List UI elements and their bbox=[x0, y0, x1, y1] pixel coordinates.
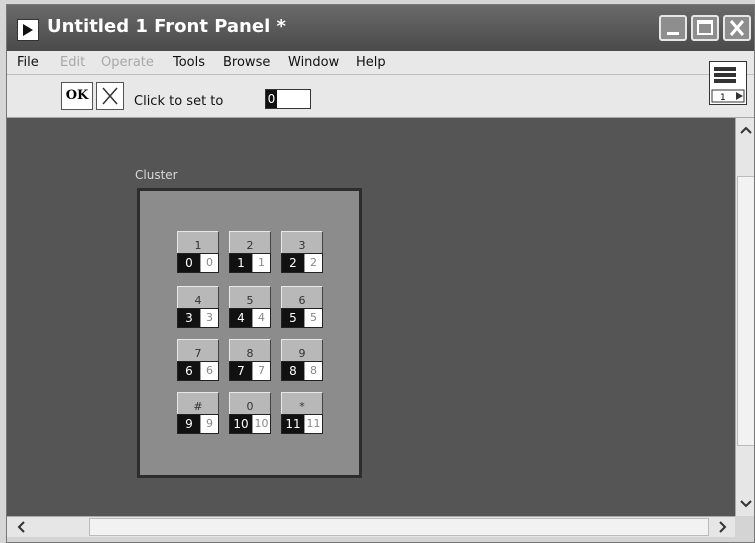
menu-window[interactable]: Window bbox=[288, 55, 339, 70]
front-panel-window: Untitled 1 Front Panel * File Edit Opera… bbox=[6, 4, 755, 543]
keypad-cap: 6 bbox=[281, 286, 323, 308]
keypad-button-4[interactable]: 433 bbox=[177, 286, 219, 328]
keypad-cap: * bbox=[281, 392, 323, 414]
keypad-button-0[interactable]: 0 10 10 bbox=[229, 392, 271, 434]
vi-connector-icon[interactable]: 1 bbox=[709, 61, 747, 105]
keypad-button-2[interactable]: 211 bbox=[229, 231, 271, 273]
keypad-value-alt: 0 bbox=[200, 254, 218, 272]
horizontal-scrollbar[interactable] bbox=[7, 516, 735, 537]
keypad-button-9[interactable]: 988 bbox=[281, 339, 323, 381]
set-value-field[interactable]: 0 bbox=[265, 89, 311, 109]
keypad-value-alt: 3 bbox=[200, 309, 218, 327]
scroll-down-icon[interactable] bbox=[738, 496, 754, 512]
keypad-button-3[interactable]: 322 bbox=[281, 231, 323, 273]
keypad-cap: 4 bbox=[177, 286, 219, 308]
vertical-scroll-thumb[interactable] bbox=[737, 176, 754, 446]
x-icon[interactable] bbox=[96, 82, 124, 110]
horizontal-scroll-thumb[interactable] bbox=[89, 518, 709, 536]
keypad-value-alt: 2 bbox=[304, 254, 322, 272]
keypad-value: 7 bbox=[230, 362, 252, 380]
run-icon[interactable] bbox=[17, 19, 39, 41]
keypad-value: 10 bbox=[230, 415, 252, 433]
keypad-cap: 7 bbox=[177, 339, 219, 361]
ok-button[interactable]: OK bbox=[61, 82, 93, 110]
keypad-button-hash[interactable]: #9 9 bbox=[177, 392, 219, 434]
keypad-value-alt: 4 bbox=[252, 309, 270, 327]
connector-number: 1 bbox=[720, 93, 726, 103]
keypad-value: 4 bbox=[230, 309, 252, 327]
keypad-value: 9 bbox=[178, 415, 200, 433]
keypad-value: 2 bbox=[282, 254, 304, 272]
keypad-value: 8 bbox=[282, 362, 304, 380]
menu-file[interactable]: File bbox=[17, 55, 39, 70]
cluster-label: Cluster bbox=[135, 168, 178, 182]
keypad-value: 5 bbox=[282, 309, 304, 327]
menu-operate: Operate bbox=[101, 55, 154, 70]
keypad-cap: 8 bbox=[229, 339, 271, 361]
keypad-value-alt: 11 bbox=[304, 415, 322, 433]
keypad-button-1[interactable]: 100 bbox=[177, 231, 219, 273]
keypad-cap: 2 bbox=[229, 231, 271, 253]
menu-edit: Edit bbox=[60, 55, 86, 70]
keypad-value-alt: 5 bbox=[304, 309, 322, 327]
keypad-cap: 3 bbox=[281, 231, 323, 253]
close-icon[interactable] bbox=[723, 15, 751, 41]
cluster-control[interactable]: 100 211 322 433 544 655 766 877 988 #9 9 … bbox=[137, 188, 362, 478]
keypad-value-alt: 10 bbox=[252, 415, 270, 433]
keypad-cap: 1 bbox=[177, 231, 219, 253]
keypad-value-alt: 7 bbox=[252, 362, 270, 380]
keypad-value-alt: 9 bbox=[200, 415, 218, 433]
title-bar[interactable]: Untitled 1 Front Panel * bbox=[7, 5, 754, 51]
keypad-value: 11 bbox=[282, 415, 304, 433]
menu-browse[interactable]: Browse bbox=[223, 55, 270, 70]
set-value: 0 bbox=[266, 90, 277, 108]
keypad-button-star[interactable]: * 11 11 bbox=[281, 392, 323, 434]
menu-help[interactable]: Help bbox=[356, 55, 386, 70]
front-panel-canvas[interactable]: Cluster 100 211 322 433 544 655 766 877 … bbox=[7, 118, 735, 516]
keypad-value: 6 bbox=[178, 362, 200, 380]
keypad-value-alt: 6 bbox=[200, 362, 218, 380]
scroll-up-icon[interactable] bbox=[738, 122, 754, 138]
keypad-cap: 9 bbox=[281, 339, 323, 361]
maximize-icon[interactable] bbox=[691, 15, 719, 41]
toolbar: OK Click to set to 0 bbox=[7, 75, 754, 118]
minimize-icon[interactable] bbox=[659, 15, 687, 41]
window-title: Untitled 1 Front Panel * bbox=[47, 16, 286, 37]
keypad-button-6[interactable]: 655 bbox=[281, 286, 323, 328]
keypad-value: 3 bbox=[178, 309, 200, 327]
scroll-right-icon[interactable] bbox=[715, 519, 731, 535]
keypad-button-8[interactable]: 877 bbox=[229, 339, 271, 381]
keypad-cap: 5 bbox=[229, 286, 271, 308]
menu-tools[interactable]: Tools bbox=[173, 55, 205, 70]
keypad-button-5[interactable]: 544 bbox=[229, 286, 271, 328]
keypad-button-7[interactable]: 766 bbox=[177, 339, 219, 381]
keypad-value-alt: 8 bbox=[304, 362, 322, 380]
keypad-cap: 0 bbox=[229, 392, 271, 414]
vertical-scrollbar[interactable] bbox=[735, 118, 754, 516]
click-to-set-label: Click to set to bbox=[134, 94, 224, 109]
scroll-left-icon[interactable] bbox=[13, 519, 29, 535]
menu-bar: File Edit Operate Tools Browse Window He… bbox=[7, 51, 754, 75]
keypad-value-alt: 1 bbox=[252, 254, 270, 272]
keypad-value: 0 bbox=[178, 254, 200, 272]
keypad-value: 1 bbox=[230, 254, 252, 272]
keypad-cap: # bbox=[177, 392, 219, 414]
